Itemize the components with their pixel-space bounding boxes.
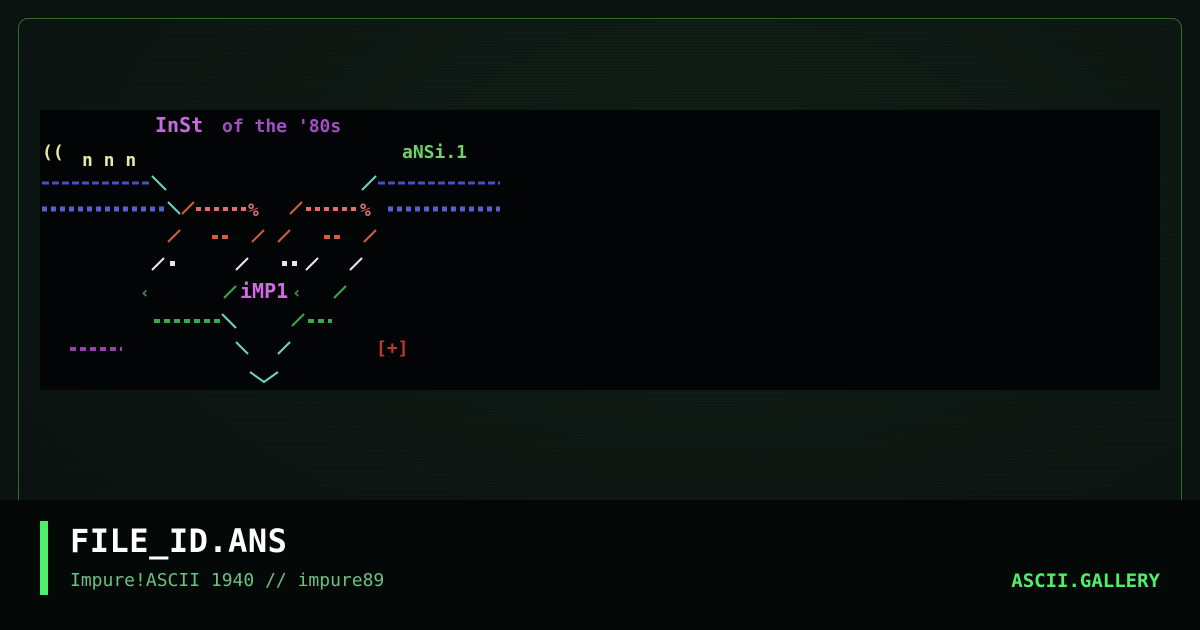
art-slash-3f [363,229,377,243]
accent-bar [40,521,48,595]
file-title: FILE_ID.ANS [70,522,288,560]
art-dot-4c [292,261,297,266]
file-subtitle: Impure!ASCII 1940 // impure89 [70,570,385,591]
art-slash-3d [277,229,291,243]
art-slash-right-1 [361,175,377,191]
art-slash-2d [289,201,303,215]
art-dot-4a [170,261,175,266]
art-slash-6c [291,313,305,327]
art-slash-7b [235,341,249,355]
art-slash-4a [151,257,165,271]
art-slash-5b [333,285,347,299]
brand-link[interactable]: ASCII.GALLERY [1011,570,1160,592]
art-slash-4c [305,257,319,271]
art-slash-2b [181,201,195,215]
art-percent-1: % [248,200,259,221]
art-chevron-bottom [249,371,279,384]
art-slash-3c [251,229,265,243]
footer-bar [0,500,1200,630]
art-slash-5a [223,285,237,299]
art-text-ansi: aNSi.1 [402,142,467,163]
art-slash-4b [235,257,249,271]
art-chevron-left: ‹ [140,283,150,302]
art-text-imp1: iMP1 [240,279,288,303]
art-dot-4b [282,261,287,266]
art-slash-2a [167,201,181,215]
ansi-art: InSt of the '80s (( n n n aNSi.1 % % ‹ i… [42,113,500,384]
art-slash-7c [277,341,291,355]
art-slash-3a [167,229,181,243]
art-chevron-mid: ‹ [292,283,302,302]
art-slash-4d [349,257,363,271]
art-text-parens: (( [42,142,64,163]
art-text-bracket: [+] [376,338,409,359]
art-text-inst: InSt [155,113,203,137]
art-slash-6b [221,313,237,329]
art-text-eighties: of the '80s [222,116,341,137]
art-percent-2: % [360,200,371,221]
art-text-n-row: n n n [82,150,136,171]
art-slash-left-1 [151,175,167,191]
